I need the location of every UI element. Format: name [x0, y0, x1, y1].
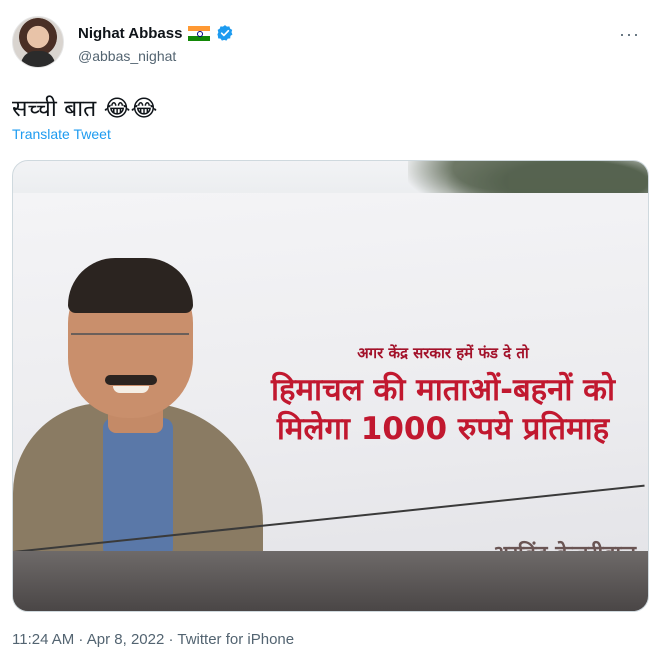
billboard-line1: अगर केंद्र सरकार हमें फंड दे तो: [357, 344, 529, 362]
more-options-icon[interactable]: ···: [619, 24, 640, 45]
billboard: अगर केंद्र सरकार हमें फंड दे तो हिमाचल क…: [13, 193, 648, 611]
translate-tweet-link[interactable]: Translate Tweet: [12, 126, 111, 142]
author-display-name[interactable]: Nighat Abbass: [78, 25, 182, 42]
verified-badge-icon: [217, 25, 233, 41]
author-handle[interactable]: @abbas_nighat: [78, 48, 176, 64]
author-name-row: Nighat Abbass: [78, 24, 234, 42]
tweet-media-image[interactable]: अगर केंद्र सरकार हमें फंड दे तो हिमाचल क…: [12, 160, 649, 612]
tweet-timestamp[interactable]: 11:24 AM · Apr 8, 2022 · Twitter for iPh…: [12, 631, 294, 648]
india-flag-icon: [188, 25, 211, 41]
billboard-text: अगर केंद्र सरकार हमें फंड दे तो हिमाचल क…: [243, 343, 643, 449]
image-ground: [13, 551, 648, 611]
avatar[interactable]: [12, 16, 64, 68]
billboard-line2: हिमाचल की माताओं-बहनों को: [270, 372, 616, 408]
billboard-line3: मिलेगा 1000 रुपये प्रतिमाह: [276, 410, 610, 447]
tweet-header: Nighat Abbass @abbas_nighat ···: [12, 16, 652, 76]
tweet-text: सच्ची बात 😂😂: [12, 96, 158, 122]
